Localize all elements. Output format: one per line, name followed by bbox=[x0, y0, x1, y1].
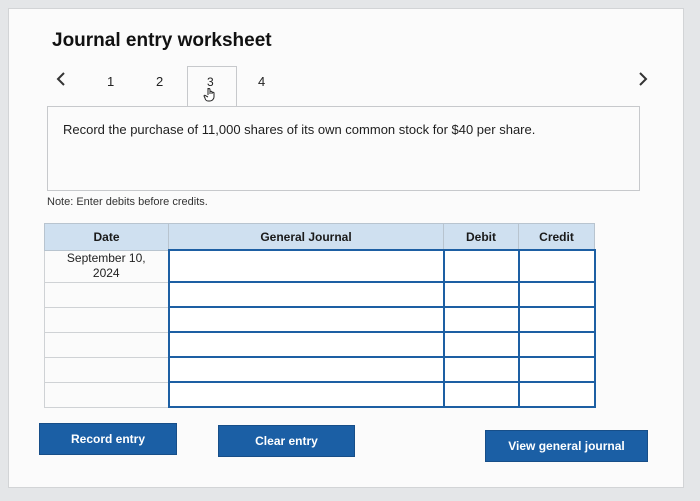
account-input[interactable] bbox=[167, 249, 445, 283]
tab-2[interactable]: 2 bbox=[156, 74, 163, 89]
table-row bbox=[44, 331, 596, 358]
debit-input[interactable] bbox=[442, 281, 520, 308]
pointer-hand-icon bbox=[202, 86, 218, 107]
credit-input[interactable] bbox=[517, 306, 596, 333]
date-cell: September 10, 2024 bbox=[44, 249, 169, 283]
table-row bbox=[44, 356, 596, 383]
journal-table: Date General Journal Debit Credit Septem… bbox=[44, 223, 596, 408]
debit-input[interactable] bbox=[442, 331, 520, 358]
instruction-text: Record the purchase of 11,000 shares of … bbox=[63, 122, 536, 137]
table-row bbox=[44, 381, 596, 408]
date-cell bbox=[44, 281, 169, 308]
account-input[interactable] bbox=[167, 331, 445, 358]
credit-input[interactable] bbox=[517, 356, 596, 383]
debit-input[interactable] bbox=[442, 306, 520, 333]
debit-input[interactable] bbox=[442, 249, 520, 283]
clear-entry-button[interactable]: Clear entry bbox=[218, 425, 355, 457]
credit-input[interactable] bbox=[517, 249, 596, 283]
account-input[interactable] bbox=[167, 281, 445, 308]
table-row: September 10, 2024 bbox=[44, 249, 596, 283]
tab-3[interactable]: 3 bbox=[187, 66, 237, 108]
debit-input[interactable] bbox=[442, 381, 520, 408]
account-input[interactable] bbox=[167, 306, 445, 333]
chevron-right-icon[interactable] bbox=[637, 70, 649, 93]
column-header-credit: Credit bbox=[518, 223, 595, 251]
tab-bar: 1 2 3 4 bbox=[0, 0, 700, 110]
debit-input[interactable] bbox=[442, 356, 520, 383]
date-cell bbox=[44, 356, 169, 383]
account-input[interactable] bbox=[167, 356, 445, 383]
note-text: Note: Enter debits before credits. bbox=[47, 196, 208, 208]
date-cell bbox=[44, 306, 169, 333]
tab-1[interactable]: 1 bbox=[107, 74, 114, 89]
instruction-box: Record the purchase of 11,000 shares of … bbox=[47, 106, 640, 191]
column-header-date: Date bbox=[44, 223, 169, 251]
tab-4[interactable]: 4 bbox=[258, 74, 265, 89]
credit-input[interactable] bbox=[517, 331, 596, 358]
credit-input[interactable] bbox=[517, 381, 596, 408]
table-header-row: Date General Journal Debit Credit bbox=[44, 223, 595, 251]
column-header-debit: Debit bbox=[443, 223, 519, 251]
account-input[interactable] bbox=[167, 381, 445, 408]
date-cell bbox=[44, 331, 169, 358]
chevron-left-icon[interactable] bbox=[55, 70, 67, 93]
view-general-journal-button[interactable]: View general journal bbox=[485, 430, 648, 462]
table-row bbox=[44, 306, 596, 333]
date-cell bbox=[44, 381, 169, 408]
credit-input[interactable] bbox=[517, 281, 596, 308]
date-line-1: September 10, bbox=[66, 251, 146, 265]
column-header-general-journal: General Journal bbox=[168, 223, 444, 251]
date-line-2: 2024 bbox=[92, 266, 120, 280]
table-row bbox=[44, 281, 596, 308]
record-entry-button[interactable]: Record entry bbox=[39, 423, 177, 455]
